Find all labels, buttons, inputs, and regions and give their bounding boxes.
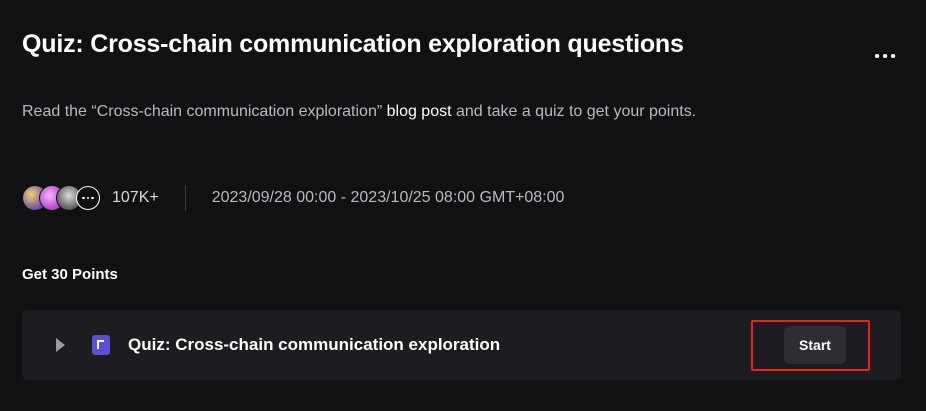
- dot: [891, 54, 895, 58]
- page-title: Quiz: Cross-chain communication explorat…: [22, 30, 684, 58]
- description-text: Read the “Cross-chain communication expl…: [22, 103, 387, 120]
- reward-label: Get 30 Points: [22, 266, 118, 283]
- start-button[interactable]: Start: [784, 326, 846, 364]
- more-options-icon[interactable]: [868, 44, 902, 68]
- blog-post-link[interactable]: blog post: [387, 103, 452, 120]
- description-text-end: and take a quiz to get your points.: [451, 103, 697, 120]
- quiz-page: Quiz: Cross-chain communication explorat…: [0, 0, 926, 411]
- task-card[interactable]: Quiz: Cross-chain communication explorat…: [22, 310, 901, 380]
- dot: [86, 196, 90, 200]
- more-avatars-icon[interactable]: [76, 186, 100, 210]
- quiz-icon: [92, 335, 110, 355]
- participant-avatars[interactable]: [22, 184, 100, 212]
- meta-row: 107K+ 2023/09/28 00:00 - 2023/10/25 08:0…: [22, 182, 564, 214]
- divider: [184, 185, 186, 211]
- quiz-description: Read the “Cross-chain communication expl…: [22, 103, 696, 121]
- dot: [883, 54, 887, 58]
- participant-count: 107K+: [112, 189, 159, 206]
- date-range: 2023/09/28 00:00 - 2023/10/25 08:00 GMT+…: [211, 189, 565, 206]
- task-title: Quiz: Cross-chain communication explorat…: [128, 335, 501, 354]
- dot: [875, 54, 879, 58]
- dot: [82, 196, 85, 200]
- expand-triangle-icon[interactable]: [56, 338, 65, 352]
- dot: [91, 196, 94, 200]
